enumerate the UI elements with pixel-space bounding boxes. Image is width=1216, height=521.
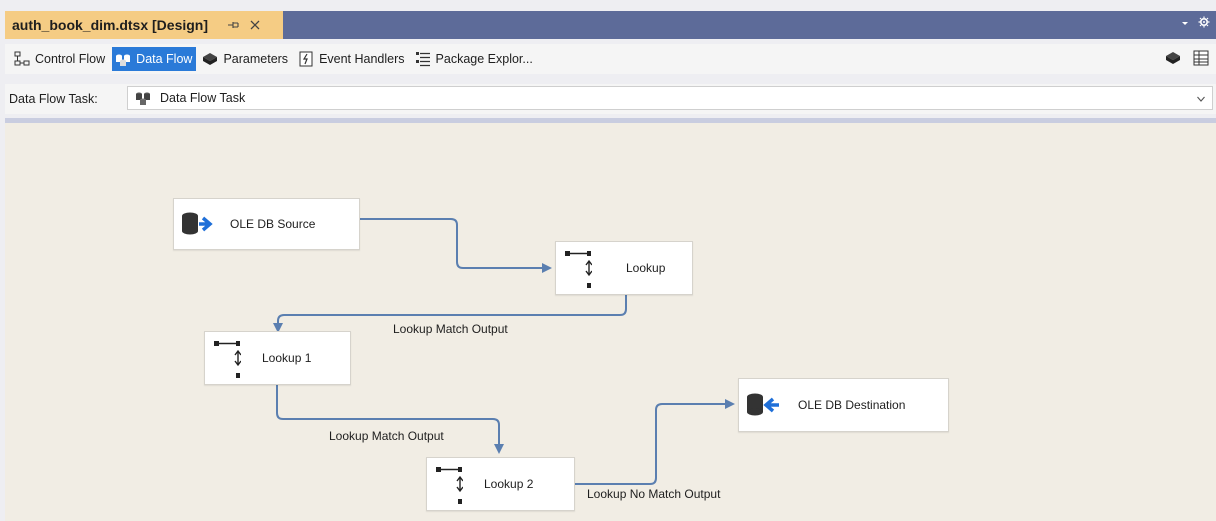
tab-label: Parameters <box>223 52 289 66</box>
tab-strip-actions <box>1180 16 1210 31</box>
parameters-icon <box>201 50 219 68</box>
path-connectors <box>273 218 735 485</box>
path-label-lookup-match-output[interactable]: Lookup Match Output <box>393 322 508 336</box>
data-flow-task-dropdown[interactable]: Data Flow Task <box>127 86 1213 110</box>
component-lookup-1[interactable]: Lookup 1 <box>204 331 351 385</box>
tab-event-handlers[interactable]: Event Handlers <box>295 47 408 71</box>
component-ole-db-source[interactable]: OLE DB Source <box>173 198 360 250</box>
component-label: Lookup 2 <box>484 477 534 491</box>
close-icon[interactable] <box>248 18 262 32</box>
path-label-lookup-no-match-output[interactable]: Lookup No Match Output <box>587 487 720 501</box>
path-source-to-lookup <box>360 218 552 273</box>
tab-label: Package Explor... <box>435 52 533 66</box>
variables-grid-icon[interactable] <box>1192 49 1210 70</box>
document-tab[interactable]: auth_book_dim.dtsx [Design] <box>5 11 283 39</box>
document-tab-strip: auth_book_dim.dtsx [Design] <box>5 11 1216 39</box>
component-lookup-2[interactable]: Lookup 2 <box>426 457 575 511</box>
path-lookup2-to-destination <box>575 399 735 485</box>
pin-icon[interactable] <box>226 18 240 32</box>
component-label: OLE DB Source <box>230 217 316 231</box>
tab-label: Control Flow <box>35 52 106 66</box>
component-lookup[interactable]: Lookup <box>555 241 693 295</box>
data-flow-canvas[interactable]: OLE DB Source Lookup Lookup 1 Lookup 2 O… <box>5 123 1216 521</box>
designer-toolbar-actions <box>1164 49 1210 70</box>
lookup-icon <box>435 466 464 509</box>
path-label-lookup-match-output[interactable]: Lookup Match Output <box>329 429 444 443</box>
control-flow-icon <box>13 50 31 68</box>
component-label: Lookup <box>626 261 666 275</box>
document-tab-title: auth_book_dim.dtsx [Design] <box>12 17 209 33</box>
event-handlers-icon <box>297 50 315 68</box>
data-flow-task-label: Data Flow Task: <box>9 92 98 106</box>
tab-dropdown-icon[interactable] <box>1180 17 1190 31</box>
lookup-icon <box>564 250 593 293</box>
data-flow-task-icon <box>134 89 152 107</box>
data-flow-icon <box>114 50 132 68</box>
ole-db-source-icon <box>181 211 217 240</box>
lookup-icon <box>213 340 242 383</box>
data-flow-task-value: Data Flow Task <box>160 91 246 105</box>
component-ole-db-destination[interactable]: OLE DB Destination <box>738 378 949 432</box>
tab-package-explorer[interactable]: Package Explor... <box>412 47 537 71</box>
tab-label: Data Flow <box>136 52 193 66</box>
tab-data-flow[interactable]: Data Flow <box>112 47 197 71</box>
package-icon[interactable] <box>1164 49 1182 70</box>
tab-label: Event Handlers <box>319 52 405 66</box>
designer-tabs: Control Flow Data Flow Parameters Event … <box>5 44 1216 74</box>
document-tab-bar: auth_book_dim.dtsx [Design] <box>0 0 1216 39</box>
component-label: Lookup 1 <box>262 351 312 365</box>
chevron-down-icon[interactable] <box>1196 93 1206 103</box>
settings-gear-icon[interactable] <box>1198 16 1210 31</box>
ole-db-destination-icon <box>746 392 782 421</box>
data-flow-task-row: Data Flow Task: Data Flow Task <box>5 84 1216 114</box>
tab-control-flow[interactable]: Control Flow <box>11 47 109 71</box>
tab-parameters[interactable]: Parameters <box>199 47 292 71</box>
component-label: OLE DB Destination <box>798 398 906 412</box>
package-explorer-icon <box>414 50 432 68</box>
